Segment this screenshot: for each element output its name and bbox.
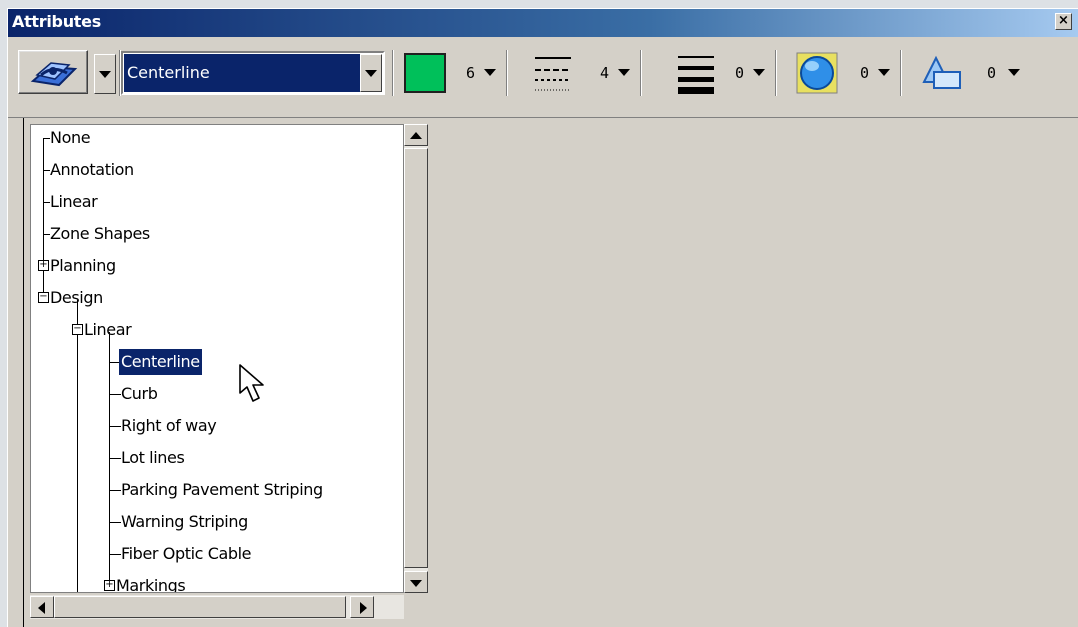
tree-item-parking-pavement-striping[interactable]: Parking Pavement Striping bbox=[121, 477, 323, 503]
tree-connector bbox=[109, 554, 121, 555]
arrow-right-icon bbox=[360, 602, 367, 614]
tree-connector bbox=[43, 170, 50, 171]
tree-connector bbox=[43, 202, 50, 203]
tree-item-curb[interactable]: Curb bbox=[121, 381, 158, 407]
expand-icon[interactable]: + bbox=[104, 580, 115, 591]
window-title: Attributes bbox=[12, 12, 101, 31]
toolbar-separator bbox=[900, 50, 902, 96]
tree-connector bbox=[109, 522, 121, 523]
priority-value: 0 bbox=[987, 64, 997, 82]
scroll-left-button[interactable] bbox=[30, 596, 54, 618]
title-bar[interactable]: Attributes × bbox=[8, 9, 1078, 37]
tree-connector bbox=[43, 138, 50, 139]
tree-connector bbox=[43, 234, 50, 235]
color-swatch[interactable] bbox=[404, 53, 446, 93]
level-display-button[interactable] bbox=[18, 50, 88, 94]
toolbar-separator bbox=[640, 50, 642, 96]
arrow-down-icon bbox=[410, 580, 422, 587]
tree-item-fiber-optic-cable[interactable]: Fiber Optic Cable bbox=[121, 541, 252, 567]
tree-item-lot-lines[interactable]: Lot lines bbox=[121, 445, 185, 471]
tree-item-linear[interactable]: Linear bbox=[50, 189, 98, 215]
line-weight-dropdown-icon[interactable] bbox=[753, 69, 765, 76]
line-style-dropdown-icon[interactable] bbox=[618, 69, 630, 76]
scroll-up-button[interactable] bbox=[404, 124, 428, 146]
tree-item-planning[interactable]: Planning bbox=[50, 253, 116, 279]
priority-icon[interactable] bbox=[920, 52, 966, 94]
transparency-icon[interactable] bbox=[796, 52, 838, 94]
toolbar-separator bbox=[392, 50, 394, 96]
collapse-icon[interactable]: − bbox=[72, 324, 83, 335]
level-combo[interactable]: Centerline bbox=[121, 51, 385, 95]
scroll-down-button[interactable] bbox=[404, 571, 428, 593]
vertical-scroll-thumb[interactable] bbox=[404, 148, 428, 568]
color-dropdown-icon[interactable] bbox=[484, 69, 496, 76]
tree-item-zone-shapes[interactable]: Zone Shapes bbox=[50, 221, 150, 247]
level-dropdown-panel: None Annotation Linear Zone Shapes + Pla… bbox=[23, 118, 428, 627]
tree-item-markings[interactable]: Markings bbox=[116, 573, 186, 592]
tree-connector bbox=[109, 490, 121, 491]
transparency-dropdown-icon[interactable] bbox=[878, 69, 890, 76]
collapse-icon[interactable]: − bbox=[38, 292, 49, 303]
tree-item-warning-striping[interactable]: Warning Striping bbox=[121, 509, 248, 535]
tree-item-design-linear[interactable]: Linear bbox=[84, 317, 132, 343]
horizontal-scroll-thumb[interactable] bbox=[54, 596, 346, 618]
arrow-up-icon bbox=[410, 132, 422, 139]
tree-connector bbox=[109, 458, 121, 459]
level-tree: None Annotation Linear Zone Shapes + Pla… bbox=[30, 124, 404, 593]
chevron-down-icon bbox=[365, 70, 377, 77]
line-weight-icon[interactable] bbox=[676, 54, 718, 94]
level-combo-value: Centerline bbox=[124, 54, 360, 92]
tree-connector bbox=[109, 394, 121, 395]
level-combo-arrow[interactable] bbox=[360, 54, 382, 92]
color-value: 6 bbox=[466, 64, 476, 82]
tree-item-centerline[interactable]: Centerline bbox=[118, 348, 203, 376]
horizontal-scrollbar[interactable] bbox=[30, 595, 404, 619]
tree-item-annotation[interactable]: Annotation bbox=[50, 157, 134, 183]
chevron-down-icon bbox=[99, 71, 111, 78]
close-button[interactable]: × bbox=[1055, 13, 1072, 30]
expand-icon[interactable]: + bbox=[38, 260, 49, 271]
vertical-scrollbar[interactable] bbox=[404, 124, 428, 593]
level-display-icon bbox=[30, 62, 78, 87]
tree-item-right-of-way[interactable]: Right of way bbox=[121, 413, 217, 439]
priority-dropdown-icon[interactable] bbox=[1008, 69, 1020, 76]
scroll-right-button[interactable] bbox=[350, 596, 374, 618]
tree-item-design[interactable]: Design bbox=[50, 285, 103, 311]
line-weight-value: 0 bbox=[735, 64, 745, 82]
tree-item-none[interactable]: None bbox=[50, 125, 91, 151]
tree-connector bbox=[109, 426, 121, 427]
toolbar-separator bbox=[775, 50, 777, 96]
level-display-dropdown[interactable] bbox=[94, 54, 116, 94]
line-style-value: 4 bbox=[600, 64, 610, 82]
transparency-value: 0 bbox=[860, 64, 870, 82]
toolbar-separator bbox=[506, 50, 508, 96]
attributes-toolbar: Centerline 6 4 0 0 0 bbox=[8, 40, 1078, 118]
mouse-pointer-icon bbox=[239, 364, 264, 402]
tree-connector bbox=[77, 300, 78, 592]
line-style-icon[interactable] bbox=[533, 54, 575, 94]
arrow-left-icon bbox=[38, 602, 45, 614]
